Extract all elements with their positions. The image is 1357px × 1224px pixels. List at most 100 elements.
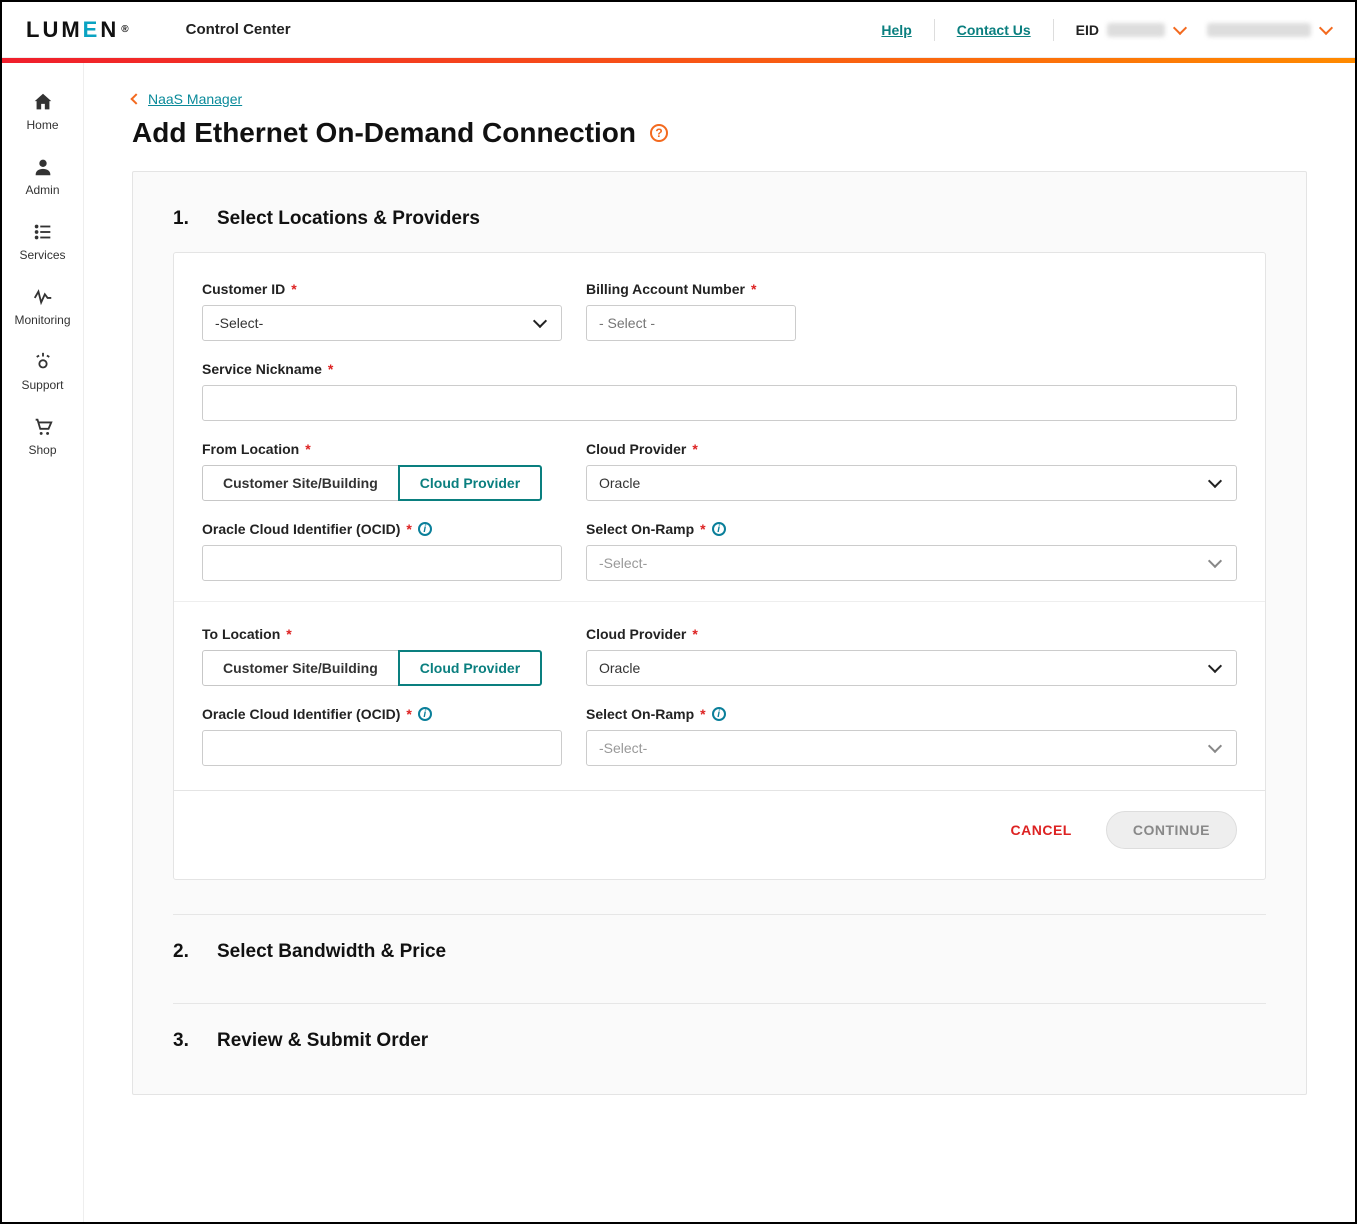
help-icon[interactable]: ? xyxy=(650,124,668,142)
step-number: 3. xyxy=(173,1030,191,1052)
to-ocid-label: Oracle Cloud Identifier (OCID)* i xyxy=(202,706,562,722)
required-indicator: * xyxy=(692,626,697,642)
info-icon[interactable]: i xyxy=(418,707,432,721)
required-indicator: * xyxy=(286,626,291,642)
nickname-label: Service Nickname* xyxy=(202,361,1237,377)
topbar-right: Help Contact Us EID xyxy=(881,19,1331,41)
logo-trademark: ® xyxy=(121,24,131,35)
list-icon xyxy=(32,221,54,243)
step-1-card: Customer ID* -Select- Billing Account Nu… xyxy=(173,252,1266,880)
continue-button[interactable]: CONTINUE xyxy=(1106,811,1237,849)
divider-icon xyxy=(1053,19,1054,41)
sidebar-item-label: Support xyxy=(21,378,63,392)
main-content: NaaS Manager Add Ethernet On-Demand Conn… xyxy=(84,63,1355,1222)
to-cloud-provider-select[interactable]: Oracle xyxy=(586,650,1237,686)
topbar: LUMEN® Control Center Help Contact Us EI… xyxy=(2,2,1355,58)
from-onramp-select[interactable]: -Select- xyxy=(586,545,1237,581)
customer-id-select[interactable]: -Select- xyxy=(202,305,562,341)
to-onramp-select[interactable]: -Select- xyxy=(586,730,1237,766)
customer-id-label: Customer ID* xyxy=(202,281,562,297)
account-dropdown[interactable] xyxy=(1207,23,1331,37)
to-ocid-input[interactable] xyxy=(202,730,562,766)
chevron-down-icon xyxy=(1173,21,1187,35)
required-indicator: * xyxy=(406,706,411,722)
contact-us-link[interactable]: Contact Us xyxy=(957,22,1031,38)
page-title: Add Ethernet On-Demand Connection ? xyxy=(132,117,1307,149)
divider-icon xyxy=(934,19,935,41)
chevron-down-icon xyxy=(533,314,547,328)
chevron-down-icon xyxy=(1208,739,1222,753)
sidebar-item-services[interactable]: Services xyxy=(2,211,83,276)
sidebar-item-label: Monitoring xyxy=(14,313,70,327)
required-indicator: * xyxy=(406,521,411,537)
customer-id-value: -Select- xyxy=(215,315,263,331)
required-indicator: * xyxy=(291,281,296,297)
info-icon[interactable]: i xyxy=(712,707,726,721)
cart-icon xyxy=(32,416,54,438)
help-link[interactable]: Help xyxy=(881,22,911,38)
logo: LUMEN® xyxy=(26,17,132,43)
step-3-header[interactable]: 3. Review & Submit Order xyxy=(173,1026,1266,1058)
to-cloud-provider-value: Oracle xyxy=(599,660,640,676)
from-cloud-provider-value: Oracle xyxy=(599,475,640,491)
sidebar-item-label: Services xyxy=(19,248,65,262)
step-divider xyxy=(173,1003,1266,1004)
required-indicator: * xyxy=(692,441,697,457)
required-indicator: * xyxy=(305,441,310,457)
required-indicator: * xyxy=(751,281,756,297)
sidebar: Home Admin Services Monitoring Support S… xyxy=(2,63,84,1222)
logo-text-suffix: N xyxy=(100,17,119,43)
to-cloud-provider-toggle[interactable]: Cloud Provider xyxy=(398,650,542,686)
to-onramp-placeholder: -Select- xyxy=(599,740,647,756)
from-ocid-input[interactable] xyxy=(202,545,562,581)
to-customer-site-toggle[interactable]: Customer Site/Building xyxy=(202,650,399,686)
step-2-header[interactable]: 2. Select Bandwidth & Price xyxy=(173,937,1266,969)
app-title: Control Center xyxy=(186,21,291,38)
sidebar-item-monitoring[interactable]: Monitoring xyxy=(2,276,83,341)
step-number: 2. xyxy=(173,941,191,963)
chevron-down-icon xyxy=(1208,474,1222,488)
info-icon[interactable]: i xyxy=(418,522,432,536)
eid-dropdown[interactable]: EID xyxy=(1076,22,1185,38)
from-customer-site-toggle[interactable]: Customer Site/Building xyxy=(202,465,399,501)
from-location-label: From Location* xyxy=(202,441,562,457)
nickname-input[interactable] xyxy=(202,385,1237,421)
to-onramp-label: Select On-Ramp* i xyxy=(586,706,1237,722)
cancel-button[interactable]: CANCEL xyxy=(1005,821,1078,839)
user-icon xyxy=(32,156,54,178)
step-title: Select Locations & Providers xyxy=(217,208,480,230)
step-title: Select Bandwidth & Price xyxy=(217,941,446,963)
sidebar-item-label: Admin xyxy=(25,183,59,197)
info-icon[interactable]: i xyxy=(712,522,726,536)
from-cloud-provider-label: Cloud Provider* xyxy=(586,441,1237,457)
required-indicator: * xyxy=(328,361,333,377)
ban-label: Billing Account Number* xyxy=(586,281,796,297)
step-1-footer: CANCEL CONTINUE xyxy=(174,790,1265,871)
home-icon xyxy=(32,91,54,113)
ban-input[interactable] xyxy=(586,305,796,341)
chevron-left-icon xyxy=(130,93,141,104)
sidebar-item-admin[interactable]: Admin xyxy=(2,146,83,211)
page-title-text: Add Ethernet On-Demand Connection xyxy=(132,117,636,149)
from-ocid-label: Oracle Cloud Identifier (OCID)* i xyxy=(202,521,562,537)
to-cloud-provider-label: Cloud Provider* xyxy=(586,626,1237,642)
to-location-label: To Location* xyxy=(202,626,562,642)
sidebar-item-support[interactable]: Support xyxy=(2,341,83,406)
logo-text-prefix: LUM xyxy=(26,17,83,43)
sidebar-item-label: Home xyxy=(26,118,58,132)
wizard-panel: 1. Select Locations & Providers Customer… xyxy=(132,171,1307,1095)
sidebar-item-shop[interactable]: Shop xyxy=(2,406,83,471)
from-onramp-label: Select On-Ramp* i xyxy=(586,521,1237,537)
step-number: 1. xyxy=(173,208,191,230)
chevron-down-icon xyxy=(1208,659,1222,673)
logo-text-e: E xyxy=(83,17,101,43)
from-cloud-provider-select[interactable]: Oracle xyxy=(586,465,1237,501)
eid-label: EID xyxy=(1076,22,1099,38)
step-1-header: 1. Select Locations & Providers xyxy=(173,208,1266,230)
breadcrumb-back-link[interactable]: NaaS Manager xyxy=(148,91,242,107)
activity-icon xyxy=(32,286,54,308)
from-cloud-provider-toggle[interactable]: Cloud Provider xyxy=(398,465,542,501)
sidebar-item-home[interactable]: Home xyxy=(2,81,83,146)
step-title: Review & Submit Order xyxy=(217,1030,428,1052)
gear-icon xyxy=(32,351,54,373)
